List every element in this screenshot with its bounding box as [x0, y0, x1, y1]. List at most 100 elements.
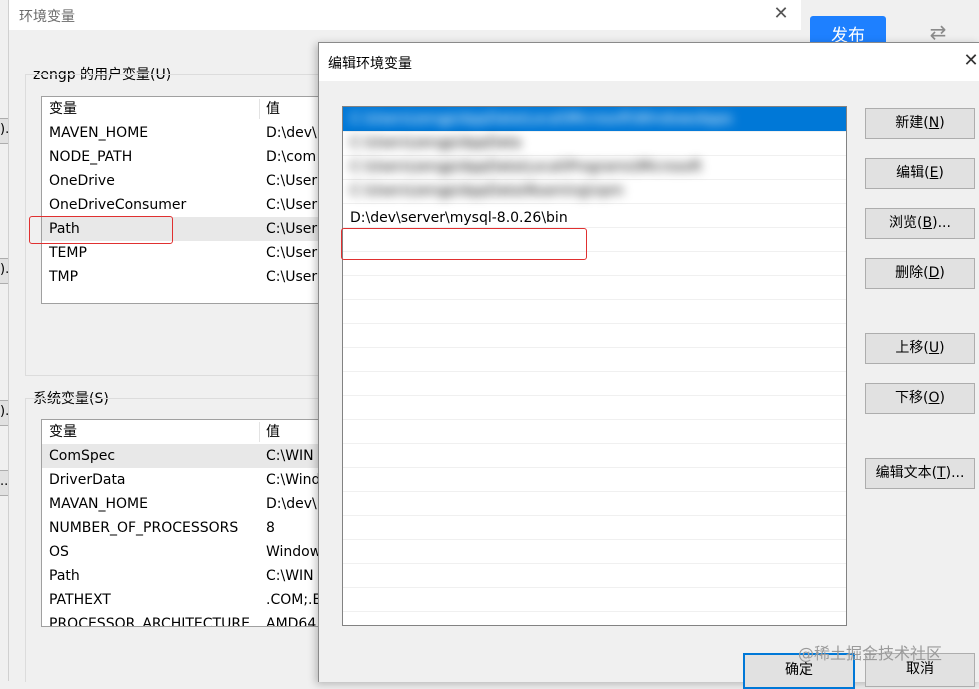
- move-down-button-key: O: [928, 390, 940, 406]
- move-up-button-key: U: [928, 340, 940, 356]
- variable-name: TMP: [49, 269, 79, 285]
- column-header-name[interactable]: 变量: [49, 97, 77, 121]
- table-row[interactable]: ComSpec C:\WIN: [42, 444, 332, 468]
- list-item[interactable]: [343, 419, 846, 444]
- edit-dialog-title: 编辑环境变量: [328, 56, 412, 72]
- variable-value: C:\User: [266, 197, 318, 213]
- edit-text-button-end: )...: [945, 465, 965, 481]
- user-vars-list[interactable]: 变量 值 MAVEN_HOME D:\dev\ NODE_PATH D:\com One…: [41, 96, 333, 304]
- variable-name: OS: [49, 544, 69, 560]
- system-vars-list[interactable]: 变量 值 ComSpec C:\WIN DriverData C:\Wind MAVAN…: [41, 419, 333, 627]
- move-up-button-label: 上移(: [895, 340, 929, 356]
- list-item[interactable]: [343, 515, 846, 540]
- edit-text-button[interactable]: 编辑文本(T)...: [865, 458, 975, 489]
- list-item[interactable]: [343, 323, 846, 348]
- variable-name: OneDriveConsumer: [49, 197, 187, 213]
- variable-value: C:\User: [266, 245, 318, 261]
- variable-value: C:\User: [266, 221, 318, 237]
- move-down-button[interactable]: 下移(O): [865, 383, 975, 414]
- table-row[interactable]: OneDriveConsumer C:\User: [42, 193, 332, 217]
- variable-name: PROCESSOR_ARCHITECTURE: [49, 616, 250, 627]
- browse-button[interactable]: 浏览(B)...: [865, 208, 975, 239]
- list-item[interactable]: [343, 491, 846, 516]
- list-item[interactable]: [343, 539, 846, 564]
- edit-env-variable-dialog: 编辑环境变量 ✕ C:\Users\zengp\AppData\Local\Mi…: [318, 42, 979, 689]
- variable-value: AMD64: [266, 616, 317, 627]
- close-icon[interactable]: ✕: [961, 51, 979, 71]
- list-item[interactable]: C:\Users\zengp\AppData\Roaming\npm: [343, 179, 846, 204]
- table-row[interactable]: NODE_PATH D:\com: [42, 145, 332, 169]
- table-row[interactable]: PROCESSOR_ARCHITECTURE AMD64: [42, 612, 332, 627]
- delete-button-key: D: [928, 265, 940, 281]
- new-button[interactable]: 新建(N): [865, 108, 975, 139]
- path-entry-text: C:\Users\zengp\AppData\Roaming\npm: [350, 183, 624, 199]
- new-button-label: 新建(: [895, 115, 929, 131]
- table-row[interactable]: OneDrive C:\User: [42, 169, 332, 193]
- list-item[interactable]: [343, 563, 846, 588]
- variable-name: Path: [49, 568, 80, 584]
- column-header-value[interactable]: 值: [266, 420, 280, 444]
- move-down-button-label: 下移(: [895, 390, 929, 406]
- variable-value: D:\dev\: [266, 496, 317, 512]
- move-down-button-end: ): [939, 390, 945, 406]
- env-window-title: 环境变量: [19, 9, 75, 25]
- table-row[interactable]: OS Window: [42, 540, 332, 564]
- path-entries-list[interactable]: C:\Users\zengp\AppData\Local\Microsoft\W…: [342, 106, 847, 626]
- list-item[interactable]: C:\Users\zengp\AppData\Local\Microsoft\W…: [343, 107, 846, 132]
- edit-text-button-key: T: [937, 465, 946, 481]
- edit-button-end: ): [938, 165, 944, 181]
- variable-value: C:\Wind: [266, 472, 321, 488]
- table-row[interactable]: MAVEN_HOME D:\dev\: [42, 121, 332, 145]
- column-separator[interactable]: [259, 99, 260, 119]
- variable-name: DriverData: [49, 472, 126, 488]
- column-header-value[interactable]: 值: [266, 97, 280, 121]
- variable-name: MAVEN_HOME: [49, 125, 149, 141]
- new-path-highlight-box: [341, 228, 587, 260]
- variable-name: MAVAN_HOME: [49, 496, 148, 512]
- variable-value: .COM;.E: [266, 592, 322, 608]
- table-row[interactable]: DriverData C:\Wind: [42, 468, 332, 492]
- list-item[interactable]: [343, 371, 846, 396]
- variable-value: C:\User: [266, 173, 318, 189]
- variable-value: C:\WIN: [266, 568, 314, 584]
- variable-value: C:\User: [266, 269, 318, 285]
- delete-button-label: 删除(: [895, 265, 929, 281]
- variable-name: TEMP: [49, 245, 87, 261]
- browse-button-key: B: [922, 215, 933, 231]
- new-button-end: ): [939, 115, 945, 131]
- path-highlight-box: [29, 216, 173, 244]
- table-row[interactable]: TEMP C:\User: [42, 241, 332, 265]
- list-item[interactable]: [343, 395, 846, 420]
- browse-button-end: )...: [932, 215, 951, 231]
- table-row[interactable]: MAVAN_HOME D:\dev\: [42, 492, 332, 516]
- new-button-key: N: [928, 115, 940, 131]
- table-row[interactable]: PATHEXT .COM;.E: [42, 588, 332, 612]
- delete-button-end: ): [939, 265, 945, 281]
- column-separator[interactable]: [259, 422, 260, 442]
- edit-button[interactable]: 编辑(E): [865, 158, 975, 189]
- path-entry-text: C:\Users\zengp\AppData: [350, 135, 522, 151]
- close-icon[interactable]: ✕: [771, 4, 791, 24]
- table-row[interactable]: Path C:\WIN: [42, 564, 332, 588]
- table-row[interactable]: NUMBER_OF_PROCESSORS 8: [42, 516, 332, 540]
- list-item[interactable]: [343, 587, 846, 612]
- variable-value: 8: [266, 520, 275, 536]
- watermark: @稀土掘金技术社区: [798, 644, 943, 663]
- list-item[interactable]: [343, 443, 846, 468]
- swap-icon[interactable]: ⇄: [926, 20, 950, 44]
- move-up-button[interactable]: 上移(U): [865, 333, 975, 364]
- list-item[interactable]: C:\Users\zengp\AppData\Local\Programs\Mi…: [343, 155, 846, 180]
- list-item[interactable]: [343, 467, 846, 492]
- list-item[interactable]: C:\Users\zengp\AppData: [343, 131, 846, 156]
- list-item[interactable]: [343, 275, 846, 300]
- edit-button-label: 编辑(: [896, 165, 930, 181]
- list-item[interactable]: [343, 299, 846, 324]
- list-item[interactable]: D:\dev\server\mysql-8.0.26\bin: [343, 203, 846, 228]
- move-up-button-end: ): [939, 340, 945, 356]
- variable-name: NUMBER_OF_PROCESSORS: [49, 520, 239, 536]
- table-row[interactable]: TMP C:\User: [42, 265, 332, 289]
- delete-button[interactable]: 删除(D): [865, 258, 975, 289]
- list-item[interactable]: [343, 347, 846, 372]
- variable-name: PATHEXT: [49, 592, 111, 608]
- column-header-name[interactable]: 变量: [49, 420, 77, 444]
